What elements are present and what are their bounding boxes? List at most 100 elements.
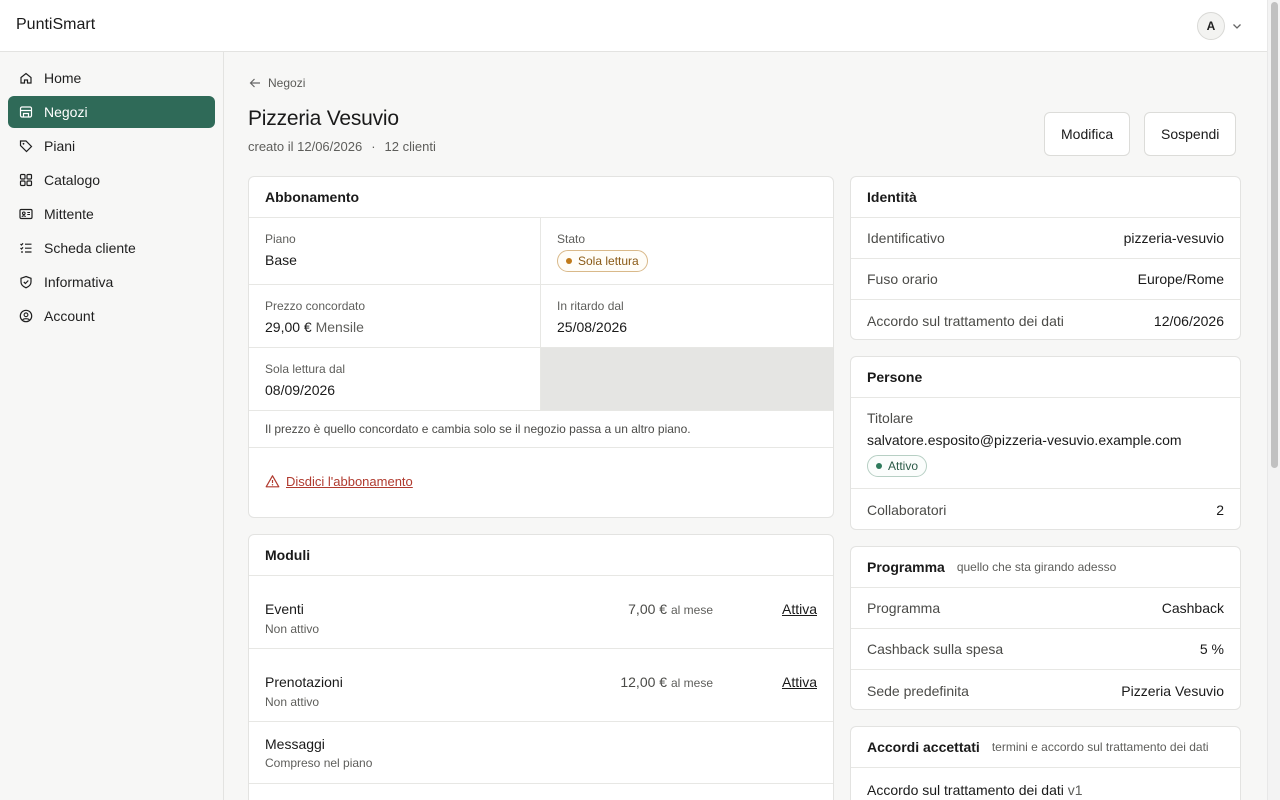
plan-value: Base [265,252,297,268]
sidebar-item-mittente[interactable]: Mittente [8,198,215,230]
card-title: Abbonamento [265,189,360,205]
sidebar-item-piani[interactable]: Piani [8,130,215,162]
collaborators-row: Collaboratori 2 [851,489,1240,529]
status-dot-icon [876,463,882,469]
readonly-value: 08/09/2026 [265,382,336,398]
plan-label: Piano [265,232,296,246]
status-label: Stato [557,232,586,246]
row-value: Cashback [1161,600,1224,616]
agreement-name: Accordo sul trattamento dei dati [867,782,1064,798]
sidebar-item-home[interactable]: Home [8,62,215,94]
chevron-down-icon [1233,24,1241,29]
module-status: Non attivo [265,695,320,709]
sidebar-item-account[interactable]: Account [8,300,215,332]
activate-eventi-button[interactable]: Attiva [782,601,817,617]
sidebar: Home Negozi Piani Catalogo Mittente Sche… [0,52,224,800]
checklist-icon [20,242,32,253]
program-row: Programma Cashback [851,588,1240,629]
owner-status-label: Attivo [888,459,919,473]
sidebar-item-negozi[interactable]: Negozi [8,96,215,128]
row-label: Programma [867,600,941,616]
identity-row: Fuso orario Europe/Rome [851,259,1240,300]
price-value-row: 29,00 € Mensile [265,319,524,335]
program-row: Cashback sulla spesa 5 % [851,629,1240,670]
module-row-prenotazioni: Prenotazioni Non attivo 12,00 € al mese … [249,649,833,722]
card-header: Abbonamento [249,177,833,218]
back-link[interactable]: Negozi [248,76,305,90]
status-cell: Stato Sola lettura [541,218,833,285]
home-icon [20,72,32,84]
price-period: Mensile [315,319,364,335]
identity-card: Identità Identificativo pizzeria-vesuvio … [850,176,1241,340]
readonly-cell: Sola lettura dal 08/09/2026 [249,348,541,411]
scrollbar-thumb[interactable] [1271,2,1278,468]
main-content: Negozi Pizzeria Vesuvio creato il 12/06/… [224,52,1267,800]
price-note: Il prezzo è quello concordato e cambia s… [249,411,833,448]
module-price-value: 7,00 € [628,601,668,617]
owner-email: salvatore.esposito@pizzeria-vesuvio.exam… [867,432,1182,448]
client-count: 12 clienti [384,139,436,154]
row-value: 2 [1216,501,1224,518]
sidebar-item-label: Catalogo [44,172,101,188]
row-value: Pizzeria Vesuvio [1121,682,1224,699]
page-meta: creato il 12/06/2026 · 12 clienti [248,139,436,154]
grid-icon [19,173,33,187]
late-value: 25/08/2026 [557,319,628,335]
row-label: Collaboratori [867,501,947,518]
card-title: Identità [867,189,917,205]
row-label: Accordo sul trattamento dei dati [867,312,1064,329]
sidebar-item-label: Scheda cliente [44,240,136,256]
avatar[interactable]: A [1197,12,1225,40]
cancel-subscription-link[interactable]: Disdici l'abbonamento [249,448,833,489]
card-title: Programma [867,559,945,575]
sidebar-item-label: Account [44,308,95,324]
card-header: Programma quello che sta girando adesso [851,547,1240,588]
module-status: Compreso nel piano [265,756,373,770]
suspend-button[interactable]: Sospendi [1144,112,1237,156]
price-label: Prezzo concordato [265,299,366,313]
card-title: Moduli [265,547,311,563]
warning-icon [265,475,280,488]
identity-row: Accordo sul trattamento dei dati 12/06/20… [851,300,1240,339]
module-name: Prenotazioni [265,674,343,690]
price-cell: Prezzo concordato 29,00 € Mensile [249,285,541,348]
status-badge: Sola lettura [557,250,648,272]
modules-card: Moduli Eventi Non attivo 7,00 € al mese … [248,534,834,800]
card-subtitle: termini e accordo sul trattamento dei da… [991,740,1209,754]
sidebar-item-catalogo[interactable]: Catalogo [8,164,215,196]
top-bar: PuntiSmart A [0,0,1267,52]
user-menu[interactable]: A [1197,12,1243,40]
activate-prenotazioni-button[interactable]: Attiva [782,674,817,690]
store-icon [19,106,33,118]
identity-row: Identificativo pizzeria-vesuvio [851,218,1240,259]
program-row: Sede predefinita Pizzeria Vesuvio [851,670,1240,709]
agreement-item: Accordo sul trattamento dei dati v1 [851,768,1240,798]
row-label: Sede predefinita [867,682,969,699]
sidebar-item-label: Home [44,70,82,86]
module-price-value: 12,00 € [620,674,668,690]
edit-button[interactable]: Modifica [1044,112,1131,156]
meta-separator: · [371,139,376,154]
agreements-card: Accordi accettati termini e accordo sul … [850,726,1241,800]
id-card-icon [19,208,33,220]
created-date: creato il 12/06/2026 [248,139,363,154]
sidebar-item-informativa[interactable]: Informativa [8,266,215,298]
plan-cell: Piano Base [249,218,541,285]
module-price: 7,00 € al mese [628,601,713,617]
sidebar-item-scheda-cliente[interactable]: Scheda cliente [8,232,215,264]
card-header: Accordi accettati termini e accordo sul … [851,727,1240,768]
status-dot-icon [566,258,572,264]
card-title: Persone [867,369,923,385]
card-title: Accordi accettati [867,739,980,755]
subscription-grid: Piano Base Stato Sola lettura Prezzo con… [249,218,833,411]
sidebar-item-label: Piani [44,138,76,154]
people-card: Persone Titolare salvatore.esposito@pizz… [850,356,1241,530]
page-scrollbar[interactable] [1267,0,1280,800]
agreement-version: v1 [1067,782,1083,798]
module-status: Non attivo [265,622,320,636]
sidebar-item-label: Informativa [44,274,114,290]
row-value: Europe/Rome [1137,271,1224,287]
app-brand[interactable]: PuntiSmart [16,16,95,34]
sidebar-item-label: Mittente [44,206,94,222]
card-header: Persone [851,357,1240,398]
